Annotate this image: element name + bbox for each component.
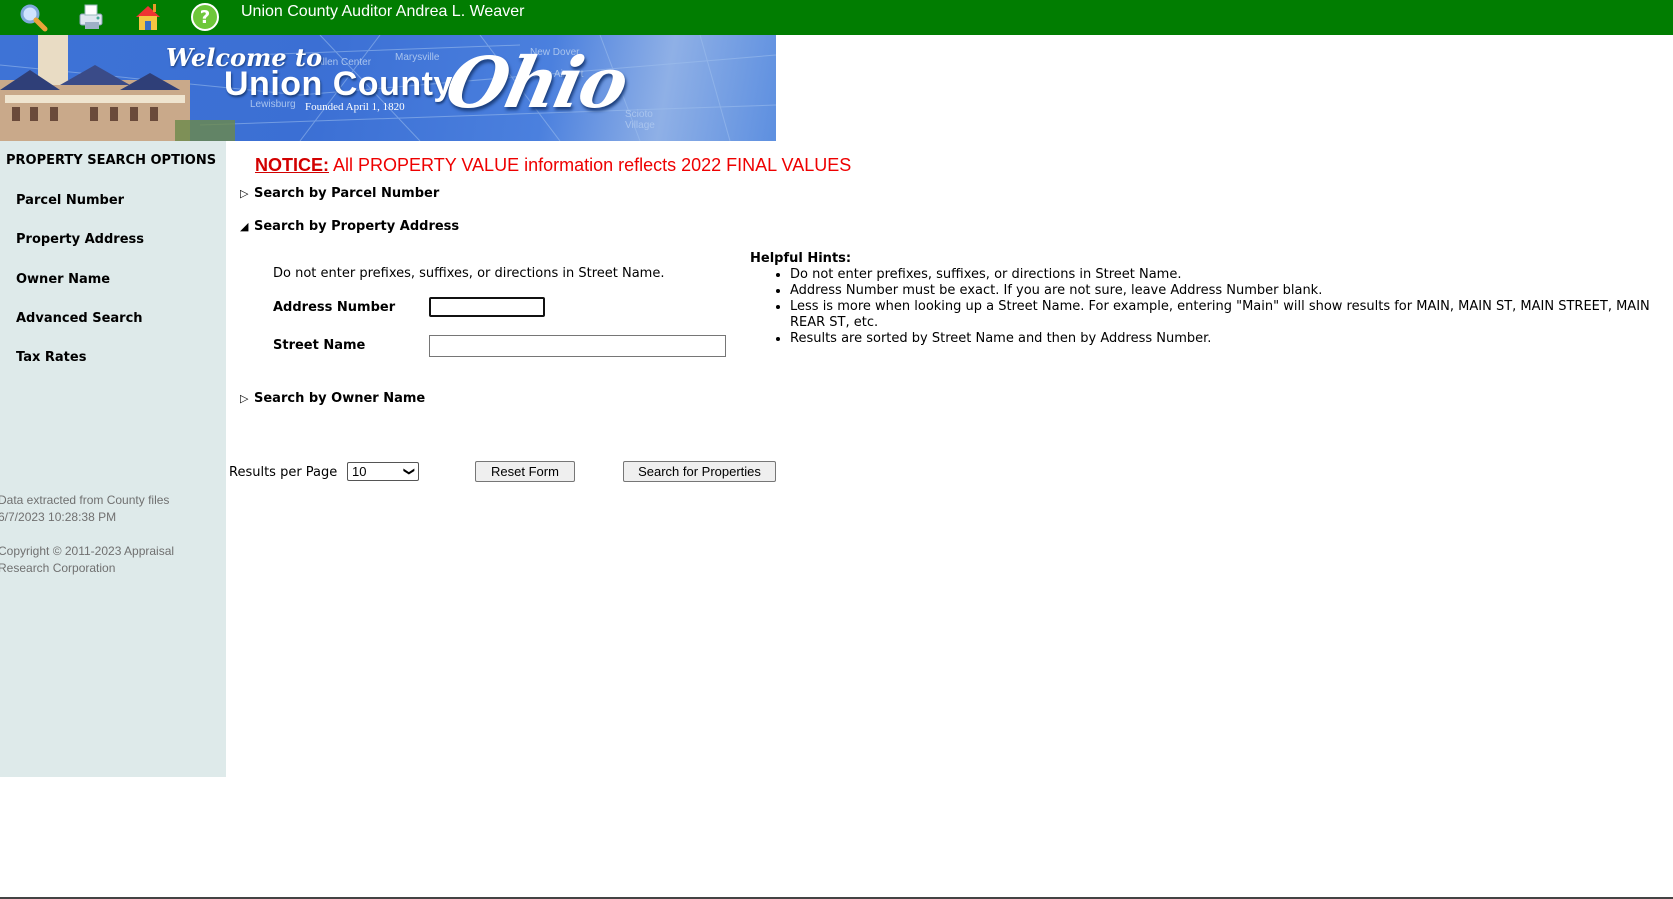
- data-extracted-label: Data extracted from County files: [0, 493, 170, 507]
- site-title: Union County Auditor Andrea L. Weaver: [241, 3, 525, 20]
- section-label[interactable]: Search by Parcel Number: [254, 186, 439, 201]
- home-icon[interactable]: [133, 2, 163, 32]
- sidebar-item-tax-rates[interactable]: Tax Rates: [16, 350, 86, 365]
- svg-text:Marysville: Marysville: [395, 52, 440, 63]
- address-instructions: Do not enter prefixes, suffixes, or dire…: [273, 266, 665, 281]
- data-extracted-time: 6/7/2023 10:28:38 PM: [0, 510, 117, 524]
- section-label[interactable]: Search by Property Address: [254, 219, 459, 234]
- sidebar-heading: PROPERTY SEARCH OPTIONS: [6, 153, 217, 168]
- section-parcel-number[interactable]: ▷ Search by Parcel Number: [240, 186, 439, 201]
- section-property-address[interactable]: ◢ Search by Property Address: [240, 219, 459, 234]
- copyright-line2: Research Corporation: [0, 561, 116, 575]
- hint-item: Less is more when looking up a Street Na…: [790, 299, 1670, 331]
- helpful-hints: Helpful Hints: Do not enter prefixes, su…: [750, 251, 1670, 347]
- hints-title: Helpful Hints:: [750, 251, 852, 266]
- printer-icon[interactable]: [76, 2, 106, 32]
- expand-triangle-icon[interactable]: ▷: [240, 187, 254, 200]
- sidebar-item-owner-name[interactable]: Owner Name: [16, 272, 110, 287]
- sidebar-item-property-address[interactable]: Property Address: [16, 232, 144, 247]
- notice-banner: NOTICE: All PROPERTY VALUE information r…: [255, 155, 851, 176]
- address-number-input[interactable]: [429, 297, 545, 317]
- section-owner-name[interactable]: ▷ Search by Owner Name: [240, 391, 425, 406]
- results-per-page-value: 10: [352, 464, 367, 479]
- hint-item: Results are sorted by Street Name and th…: [790, 331, 1670, 347]
- address-number-label: Address Number: [273, 300, 396, 315]
- results-per-page-select[interactable]: 10 ❯: [347, 462, 419, 481]
- street-name-label: Street Name: [273, 338, 366, 353]
- data-extracted-info: Data extracted from County files 6/7/202…: [0, 492, 169, 526]
- search-icon[interactable]: [18, 2, 48, 32]
- collapse-triangle-icon[interactable]: ◢: [240, 220, 254, 233]
- sidebar-item-parcel-number[interactable]: Parcel Number: [16, 193, 124, 208]
- svg-text:Village: Village: [625, 120, 655, 131]
- notice-label: NOTICE:: [255, 155, 329, 175]
- search-for-properties-button[interactable]: Search for Properties: [623, 461, 776, 482]
- copyright-line1: Copyright © 2011-2023 Appraisal: [0, 544, 175, 558]
- banner-founded: Founded April 1, 1820: [305, 101, 405, 113]
- help-icon[interactable]: ?: [190, 2, 220, 32]
- results-per-page-label: Results per Page: [229, 465, 338, 480]
- svg-text:?: ?: [200, 7, 210, 28]
- expand-triangle-icon[interactable]: ▷: [240, 392, 254, 405]
- street-name-input[interactable]: [429, 335, 726, 357]
- sidebar-item-advanced-search[interactable]: Advanced Search: [16, 311, 143, 326]
- chevron-down-icon: ❯: [402, 466, 415, 477]
- notice-text: All PROPERTY VALUE information reflects …: [329, 155, 852, 175]
- banner-county: Union County: [224, 65, 453, 103]
- hint-item: Address Number must be exact. If you are…: [790, 283, 1670, 299]
- welcome-banner: Allen Center Marysville New Dover County A…: [0, 35, 776, 141]
- banner-state: Ohio: [439, 41, 634, 124]
- reset-form-button[interactable]: Reset Form: [475, 461, 575, 482]
- top-toolbar: ? Union County Auditor Andrea L. Weaver: [0, 0, 1673, 35]
- hint-item: Do not enter prefixes, suffixes, or dire…: [790, 267, 1670, 283]
- sidebar: PROPERTY SEARCH OPTIONS Parcel Number Pr…: [0, 141, 226, 777]
- svg-text:Scioto: Scioto: [625, 109, 653, 120]
- section-label[interactable]: Search by Owner Name: [254, 391, 425, 406]
- hints-list: Do not enter prefixes, suffixes, or dire…: [750, 267, 1670, 347]
- copyright-info: Copyright © 2011-2023 Appraisal Research…: [0, 543, 174, 577]
